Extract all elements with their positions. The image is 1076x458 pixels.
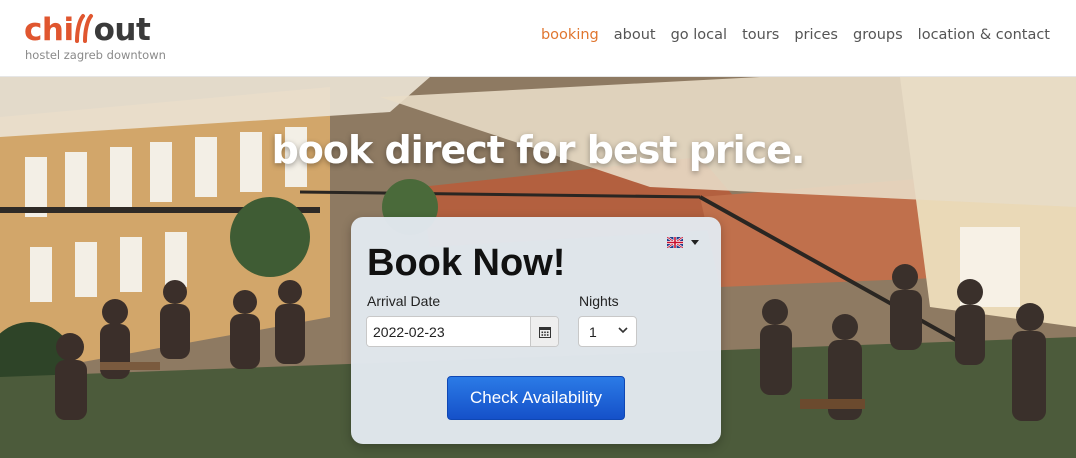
nav-booking[interactable]: booking [541,27,599,43]
nights-value: 1 [589,323,597,340]
arrival-date-label: Arrival Date [367,293,441,309]
hero-title: book direct for best price. [271,128,806,172]
nav-groups[interactable]: groups [853,27,903,43]
logo-ll-mark [74,13,94,43]
nav-location-contact[interactable]: location & contact [918,27,1050,43]
calendar-button[interactable] [530,317,558,346]
uk-flag-icon [667,237,683,248]
arrival-date-field [366,316,559,347]
check-availability-button[interactable]: Check Availability [447,376,625,420]
book-now-title: Book Now! [367,242,566,284]
language-selector[interactable] [667,237,699,248]
nav-tours[interactable]: tours [742,27,779,43]
nights-select[interactable]: 1 [578,316,637,347]
nights-label: Nights [579,293,619,309]
site-header: chi out hostel zagreb downtown booking ab… [0,0,1076,77]
nav-about[interactable]: about [614,27,656,43]
logo-subtitle: hostel zagreb downtown [25,48,166,62]
chevron-down-icon [691,240,699,245]
main-nav: booking about go local tours prices grou… [526,27,1050,43]
logo-text-right: out [93,12,151,48]
calendar-icon [538,326,551,338]
booking-widget: Book Now! Arrival Date Nights 1 Check Av… [351,217,721,444]
nav-go-local[interactable]: go local [671,27,727,43]
logo-wordmark: chi out [24,12,151,48]
arrival-date-input[interactable] [367,317,527,346]
nav-prices[interactable]: prices [794,27,838,43]
logo-text-left: chi [24,12,74,48]
chevron-down-icon [618,327,628,334]
logo[interactable]: chi out hostel zagreb downtown [24,10,194,66]
